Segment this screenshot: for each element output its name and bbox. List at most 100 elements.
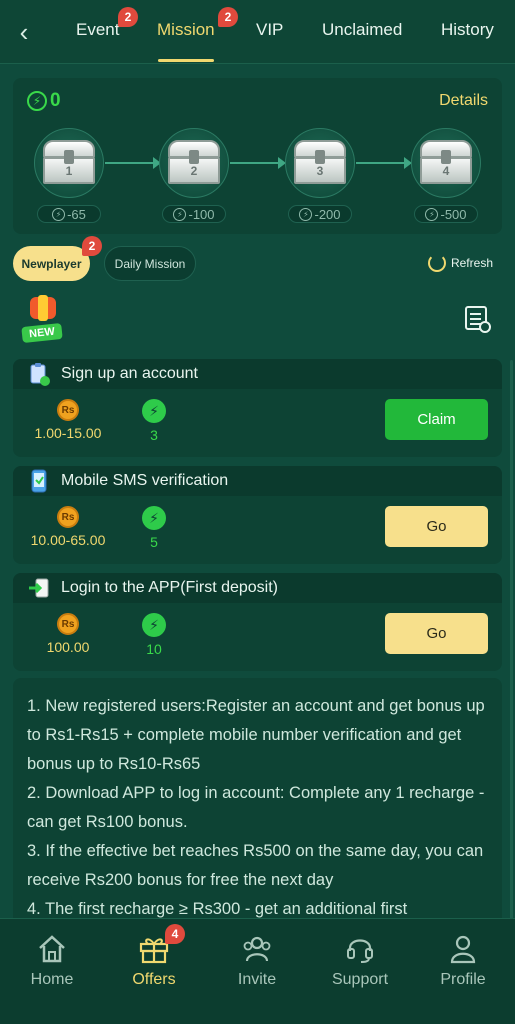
mission-title: Login to the APP(First deposit)	[61, 579, 278, 596]
tab-event-badge: 2	[118, 7, 138, 27]
energy-reward: ⚡ 5	[129, 506, 179, 550]
energy-bolt-icon: ⚡	[142, 506, 166, 530]
refresh-label: Refresh	[450, 256, 493, 270]
mission-card-sms: Mobile SMS verification Rs 10.00-65.00 ⚡…	[13, 466, 502, 564]
rs-coin-icon: Rs	[57, 399, 79, 421]
energy-reward-value: 3	[150, 427, 158, 443]
rs-reward: Rs 1.00-15.00	[13, 399, 123, 441]
tab-history-label: History	[441, 20, 494, 39]
nav-support[interactable]: Support	[320, 933, 400, 989]
chest-cost-3: ⚡ -200	[288, 205, 352, 223]
tab-unclaimed-label: Unclaimed	[322, 20, 403, 39]
tab-history[interactable]: History	[441, 20, 494, 40]
mission-header: Login to the APP(First deposit)	[13, 573, 502, 603]
refresh-button[interactable]: Refresh	[427, 254, 493, 272]
mission-header: Sign up an account	[13, 359, 502, 389]
chest-cost-1: ⚡ -65	[37, 205, 101, 223]
nav-profile-label: Profile	[440, 971, 486, 988]
tab-vip-label: VIP	[256, 20, 284, 39]
nav-offers[interactable]: Offers	[114, 933, 194, 989]
chest-cost-value: -65	[67, 206, 86, 222]
nav-invite-label: Invite	[237, 971, 277, 988]
nav-profile[interactable]: Profile	[423, 933, 503, 989]
chest-number: 3	[316, 163, 324, 178]
treasure-chest-1[interactable]: 1	[34, 128, 104, 198]
offers-badge: 4	[165, 924, 185, 944]
tab-mission-badge: 2	[218, 7, 238, 27]
mission-title: Mobile SMS verification	[61, 472, 229, 489]
rule-item: 3. If the effective bet reaches Rs500 on…	[27, 842, 484, 889]
system-gesture-bar	[0, 1004, 515, 1024]
chest-number: 4	[442, 163, 450, 178]
nav-invite[interactable]: Invite	[217, 933, 297, 989]
energy-bolt-icon: ⚡	[142, 399, 166, 423]
progress-arrow	[230, 162, 278, 164]
top-tab-bar: ‹ Event 2 Mission 2 VIP Unclaimed Histor…	[0, 0, 515, 64]
rs-coin-icon: Rs	[57, 613, 79, 635]
scrollbar[interactable]	[510, 360, 513, 920]
rs-coin-icon: Rs	[57, 506, 79, 528]
treasure-chest-2[interactable]: 2	[159, 128, 229, 198]
person-icon	[446, 933, 480, 965]
login-app-icon	[27, 576, 51, 600]
nav-home[interactable]: Home	[12, 933, 92, 989]
subtab-newplayer[interactable]: Newplayer	[13, 246, 90, 281]
people-icon	[240, 933, 274, 965]
chest-icon: 1	[41, 140, 97, 186]
energy-reward: ⚡ 3	[129, 399, 179, 443]
energy-bolt-icon: ⚡	[142, 613, 166, 637]
energy-balance: ⚡ 0	[27, 90, 61, 112]
phone-icon	[27, 469, 51, 493]
tab-event-label: Event	[76, 20, 120, 39]
chest-number: 2	[190, 163, 198, 178]
clipboard-icon	[27, 362, 51, 386]
chest-cost-value: -500	[440, 206, 467, 222]
bolt-icon: ⚡	[173, 207, 187, 221]
treasure-chest-panel: ⚡ 0 Details 1 2 3 4 ⚡ -65 ⚡ -100 ⚡ -200 …	[13, 78, 502, 234]
rule-item: 1. New registered users:Register an acco…	[27, 697, 485, 773]
chest-cost-2: ⚡ -100	[162, 205, 226, 223]
chest-icon: 2	[166, 140, 222, 186]
tab-mission-label: Mission	[157, 20, 215, 39]
tab-mission[interactable]: Mission	[157, 20, 215, 40]
chest-icon: 3	[292, 140, 348, 186]
chest-cost-4: ⚡ -500	[414, 205, 478, 223]
chest-cost-value: -200	[314, 206, 341, 222]
back-arrow-icon[interactable]: ‹	[12, 18, 36, 46]
record-history-icon[interactable]	[465, 306, 491, 333]
mission-header: Mobile SMS verification	[13, 466, 502, 496]
claim-button[interactable]: Claim	[385, 399, 488, 440]
bolt-icon: ⚡	[425, 207, 439, 221]
mission-card-login-app: Login to the APP(First deposit) Rs 100.0…	[13, 573, 502, 671]
energy-reward: ⚡ 10	[129, 613, 179, 657]
new-label: NEW	[21, 322, 63, 344]
subtab-daily-label: Daily Mission	[114, 256, 186, 271]
nav-support-label: Support	[331, 971, 389, 988]
bolt-icon: ⚡	[299, 207, 313, 221]
rs-reward: Rs 10.00-65.00	[13, 506, 123, 548]
energy-bolt-icon: ⚡	[27, 91, 47, 111]
treasure-chest-4[interactable]: 4	[411, 128, 481, 198]
nav-offers-label: Offers	[132, 971, 176, 988]
chest-number: 1	[65, 163, 73, 178]
go-button[interactable]: Go	[385, 613, 488, 654]
bolt-icon: ⚡	[52, 207, 66, 221]
mission-card-signup: Sign up an account Rs 1.00-15.00 ⚡ 3 Cla…	[13, 359, 502, 457]
subtab-daily-mission[interactable]: Daily Mission	[104, 246, 196, 281]
progress-arrow	[356, 162, 404, 164]
home-icon	[35, 933, 69, 965]
nav-home-label: Home	[30, 971, 74, 988]
go-button[interactable]: Go	[385, 506, 488, 547]
rs-reward: Rs 100.00	[13, 613, 123, 655]
rs-reward-value: 1.00-15.00	[34, 425, 102, 441]
tab-unclaimed[interactable]: Unclaimed	[322, 20, 402, 40]
tab-vip[interactable]: VIP	[256, 20, 283, 40]
mission-rules-text: 1. New registered users:Register an acco…	[13, 678, 502, 928]
rs-reward-value: 10.00-65.00	[30, 532, 106, 548]
chest-icon: 4	[418, 140, 474, 186]
treasure-chest-3[interactable]: 3	[285, 128, 355, 198]
refresh-icon	[427, 254, 446, 272]
details-link[interactable]: Details	[439, 92, 488, 110]
tab-event[interactable]: Event	[76, 20, 119, 40]
progress-arrow	[105, 162, 153, 164]
